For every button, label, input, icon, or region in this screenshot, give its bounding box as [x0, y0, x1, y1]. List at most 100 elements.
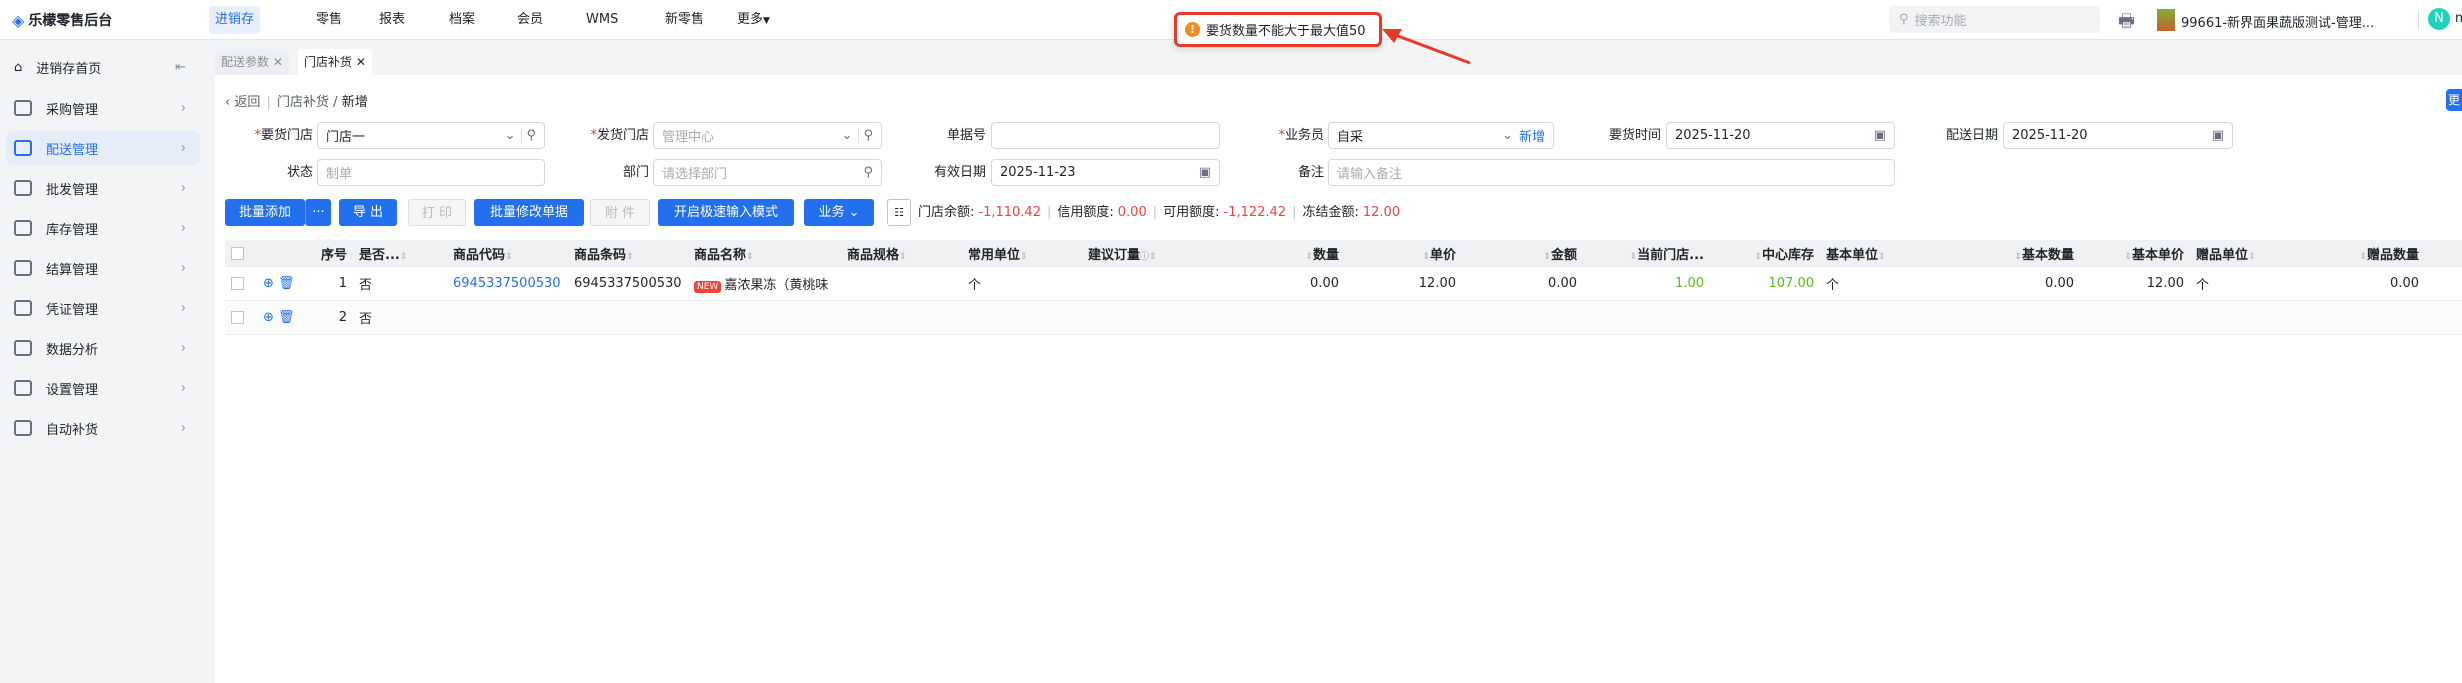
column-header[interactable]: 商品代码⇕: [447, 244, 568, 263]
sort-icon[interactable]: ⇕: [746, 252, 754, 262]
add-salesman-link[interactable]: 新增: [1519, 126, 1545, 145]
sidebar-item-2[interactable]: 配送管理 ›: [6, 131, 200, 165]
sort-icon[interactable]: ⇕: [1754, 252, 1762, 262]
sort-icon[interactable]: ⇕: [2124, 252, 2132, 262]
ship-store-select[interactable]: 管理中心 ⌄ ⚲: [653, 122, 882, 149]
nav-retail[interactable]: 零售: [310, 6, 348, 34]
column-header[interactable]: ⇕赠品数量: [2328, 244, 2425, 263]
sort-icon[interactable]: ⇕: [1149, 252, 1157, 262]
salesman-select[interactable]: 自采 ⌄ 新增: [1328, 122, 1554, 149]
user-name[interactable]: m: [2455, 11, 2462, 26]
print-button[interactable]: 打 印: [408, 199, 466, 226]
nav-new-retail[interactable]: 新零售: [659, 6, 710, 34]
sidebar-item-9[interactable]: 自动补货 ›: [6, 411, 200, 445]
nav-archive[interactable]: 档案: [443, 6, 481, 34]
collapse-sidebar-icon[interactable]: ⇤: [175, 60, 186, 75]
doc-no-input[interactable]: [991, 122, 1220, 149]
column-header[interactable]: 建议订量ⓘ⇕: [1082, 244, 1222, 263]
row-checkbox[interactable]: [231, 277, 244, 290]
fast-input-button[interactable]: 开启极速输入模式: [658, 199, 794, 226]
attachment-button[interactable]: 附 件: [590, 199, 650, 226]
business-dropdown-button[interactable]: 业务 ⌄: [804, 199, 874, 226]
sort-icon[interactable]: ⇕: [2359, 252, 2367, 262]
nav-wms[interactable]: WMS: [580, 6, 624, 34]
column-header[interactable]: ⇕基本数量: [1958, 244, 2080, 263]
column-header[interactable]: ⇕基本单价: [2080, 244, 2190, 263]
column-header[interactable]: 商品名称⇕: [688, 244, 841, 263]
column-header[interactable]: ⇕单价: [1345, 244, 1462, 263]
add-row-icon[interactable]: ⊕: [263, 310, 274, 325]
column-header[interactable]: 基本单位⇕: [1820, 244, 1958, 263]
user-avatar[interactable]: N: [2428, 8, 2450, 30]
column-header[interactable]: ⇕数量: [1222, 244, 1345, 263]
sidebar-item-8[interactable]: 设置管理 ›: [6, 371, 200, 405]
nav-report[interactable]: 报表: [373, 6, 411, 34]
table-cell: [225, 276, 257, 291]
column-header[interactable]: ⇕当前门店...: [1583, 244, 1710, 263]
column-header[interactable]: ⇕中心库存: [1710, 244, 1820, 263]
nav-member[interactable]: 会员: [511, 6, 549, 34]
sort-icon[interactable]: ⇕: [1422, 252, 1430, 262]
row-checkbox[interactable]: [231, 246, 244, 260]
sidebar-item-6[interactable]: 凭证管理 ›: [6, 291, 200, 325]
batch-add-more-button[interactable]: ···: [305, 199, 331, 226]
back-button[interactable]: ‹ 返回: [225, 95, 260, 110]
column-header[interactable]: 赠品单位⇕: [2190, 244, 2328, 263]
nav-more[interactable]: 更多▼: [731, 6, 776, 34]
sidebar-item-label: 库存管理: [46, 222, 99, 238]
search-input[interactable]: ⚲ 搜索功能: [1889, 6, 2100, 33]
sort-icon[interactable]: ⇕: [505, 252, 513, 262]
sidebar-item-7[interactable]: 数据分析 ›: [6, 331, 200, 365]
sort-icon[interactable]: ⇕: [1878, 252, 1886, 262]
ship-date-picker[interactable]: 2025-11-20 ▣: [2003, 122, 2233, 149]
sidebar-item-4[interactable]: 库存管理 ›: [6, 211, 200, 245]
column-header[interactable]: 是否...⇕: [353, 244, 447, 263]
tab-store-replenish[interactable]: 门店补货 ✕: [298, 49, 372, 75]
logo[interactable]: ◈ 乐檬零售后台: [12, 10, 112, 30]
add-row-icon[interactable]: ⊕: [263, 276, 274, 291]
valid-date-picker[interactable]: 2025-11-23 ▣: [991, 159, 1220, 186]
close-icon[interactable]: ✕: [273, 55, 283, 69]
sidebar-item-1[interactable]: 采购管理 ›: [6, 91, 200, 125]
sort-icon[interactable]: ⇕: [2248, 252, 2256, 262]
delete-icon[interactable]: 🗑: [278, 310, 295, 325]
sort-icon[interactable]: ⇕: [1543, 252, 1551, 262]
column-settings-icon[interactable]: ☷: [887, 199, 911, 226]
column-header[interactable]: 商品规格⇕: [841, 244, 962, 263]
dept-select[interactable]: 请选择部门 ⚲: [653, 159, 882, 186]
column-header[interactable]: ⇕金额: [1462, 244, 1583, 263]
sidebar-item-home[interactable]: ⌂ 进销存首页 ⇤: [6, 50, 200, 84]
home-icon: ⌂: [14, 59, 23, 75]
sidebar-item-5[interactable]: 结算管理 ›: [6, 251, 200, 285]
sort-icon[interactable]: ⇕: [1020, 252, 1028, 262]
nav-jxc[interactable]: 进销存: [209, 6, 261, 34]
row-checkbox[interactable]: [231, 311, 244, 324]
sidebar-item-label: 自动补货: [46, 422, 99, 438]
search-icon[interactable]: ⚲: [863, 165, 873, 180]
close-icon[interactable]: ✕: [356, 55, 366, 69]
sidebar-item-3[interactable]: 批发管理 ›: [6, 171, 200, 205]
help-icon[interactable]: ⓘ: [1140, 252, 1149, 262]
column-header[interactable]: 商品条码⇕: [568, 244, 688, 263]
sort-icon[interactable]: ⇕: [899, 252, 907, 262]
req-store-select[interactable]: 门店一 ⌄ ⚲: [317, 122, 545, 149]
sort-icon[interactable]: ⇕: [1305, 252, 1313, 262]
search-icon[interactable]: ⚲: [521, 128, 536, 143]
column-header[interactable]: 常用单位⇕: [962, 244, 1082, 263]
batch-add-button[interactable]: 批量添加: [225, 199, 305, 226]
tab-delivery-params[interactable]: 配送参数 ✕: [215, 49, 289, 75]
remark-input[interactable]: 请输入备注: [1328, 159, 1895, 186]
breadcrumb-parent[interactable]: 门店补货: [277, 95, 329, 110]
printer-icon[interactable]: 🖶: [2118, 9, 2135, 39]
req-time-date-picker[interactable]: 2025-11-20 ▣: [1666, 122, 1895, 149]
search-icon[interactable]: ⚲: [858, 128, 873, 143]
batch-edit-button[interactable]: 批量修改单据: [474, 199, 584, 226]
sort-icon[interactable]: ⇕: [2014, 252, 2022, 262]
sort-icon[interactable]: ⇕: [400, 252, 408, 262]
sort-icon[interactable]: ⇕: [626, 252, 634, 262]
side-float-button[interactable]: 更: [2446, 89, 2462, 111]
export-button[interactable]: 导 出: [339, 199, 397, 226]
store-name[interactable]: 99661-新界面果蔬版测试-管理...: [2181, 12, 2374, 31]
delete-icon[interactable]: 🗑: [278, 276, 295, 291]
cell-text[interactable]: 6945337500530: [453, 276, 561, 291]
